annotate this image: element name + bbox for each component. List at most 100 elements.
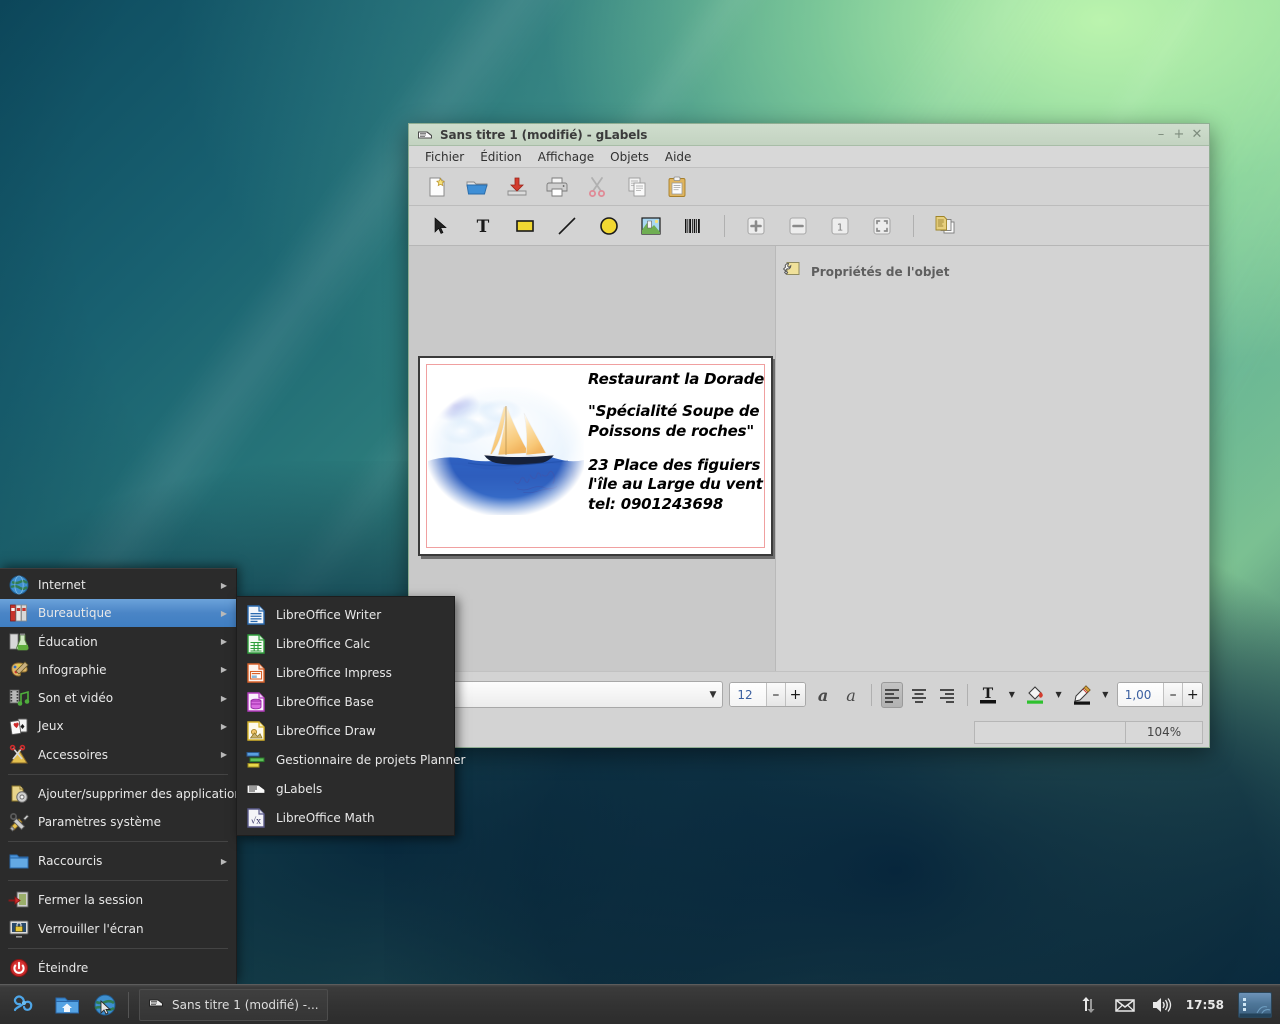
barcode-tool-icon[interactable] [679, 212, 707, 240]
sidebar-item-add-remove-applications[interactable]: Ajouter/supprimer des applications [0, 780, 236, 808]
menu-item-libreoffice-base[interactable]: LibreOffice Base [237, 687, 454, 716]
sailboat-watercolor-image[interactable] [428, 387, 584, 515]
font-family-combo[interactable]: ▼ [415, 681, 723, 708]
save-icon[interactable] [503, 173, 531, 201]
line-width-increase-button[interactable]: + [1182, 683, 1202, 706]
menu-edition[interactable]: Édition [472, 148, 530, 166]
font-size-stepper[interactable]: 12 – + [729, 682, 805, 707]
window-controls[interactable]: – + ✕ [1153, 127, 1205, 143]
sidebar-item-logout[interactable]: Fermer la session [0, 886, 236, 914]
format-toolbar[interactable]: ▼ 12 – + a a [409, 671, 1209, 717]
zoom-fit-icon[interactable] [868, 212, 896, 240]
system-tray[interactable]: 17:58 [1078, 992, 1280, 1018]
sidebar-item-infographie[interactable]: Infographie ▶ [0, 656, 236, 684]
chevron-down-icon[interactable]: ▼ [709, 690, 716, 700]
cut-scissors-icon[interactable] [583, 173, 611, 201]
window-titlebar[interactable]: Sans titre 1 (modifié) - gLabels – + ✕ [409, 124, 1209, 146]
taskbar-clock[interactable]: 17:58 [1186, 998, 1224, 1012]
italic-button[interactable]: a [840, 682, 862, 708]
menu-item-libreoffice-draw[interactable]: LibreOffice Draw [237, 716, 454, 745]
align-right-icon[interactable] [936, 682, 958, 708]
label-text-block[interactable]: Restaurant la Dorade "Spécialité Soupe d… [588, 370, 765, 515]
line-width-decrease-button[interactable]: – [1163, 683, 1183, 706]
sidebar-item-lock-screen[interactable]: Verrouiller l'écran [0, 914, 236, 942]
select-arrow-icon[interactable] [427, 212, 455, 240]
maximize-button[interactable]: + [1171, 127, 1187, 143]
text-color-button[interactable]: T [976, 682, 1000, 708]
merge-properties-icon[interactable] [931, 212, 959, 240]
label-document[interactable]: Restaurant la Dorade "Spécialité Soupe d… [418, 356, 773, 556]
volume-speaker-icon[interactable] [1150, 994, 1172, 1016]
fill-bucket-icon[interactable] [1023, 682, 1047, 708]
object-properties-header[interactable]: Propriétés de l'objet [782, 260, 1209, 283]
sidebar-item-bureautique[interactable]: Bureautique ▶ [0, 599, 236, 627]
line-tool-icon[interactable] [553, 212, 581, 240]
menu-item-planner[interactable]: Gestionnaire de projets Planner [237, 745, 454, 774]
font-size-decrease-button[interactable]: – [766, 683, 786, 706]
line-color-dropdown-arrow-icon[interactable]: ▼ [1100, 682, 1111, 708]
new-icon[interactable] [423, 173, 451, 201]
font-size-increase-button[interactable]: + [785, 683, 805, 706]
taskbar-window-glabels[interactable]: Sans titre 1 (modifié) -... [139, 989, 328, 1021]
sidebar-item-accessoires[interactable]: Accessoires ▶ [0, 740, 236, 768]
web-browser-icon[interactable] [86, 985, 124, 1025]
copy-icon[interactable] [623, 173, 651, 201]
paste-clipboard-icon[interactable] [663, 173, 691, 201]
sidebar-item-internet[interactable]: Internet ▶ [0, 571, 236, 599]
line-width-value[interactable]: 1,00 [1118, 683, 1163, 706]
minimize-button[interactable]: – [1153, 127, 1169, 143]
menu-item-libreoffice-writer[interactable]: LibreOffice Writer [237, 600, 454, 629]
bold-button[interactable]: a [812, 682, 834, 708]
box-tool-icon[interactable] [511, 212, 539, 240]
sidebar-item-raccourcis[interactable]: Raccourcis ▶ [0, 847, 236, 875]
menu-item-libreoffice-impress[interactable]: LibreOffice Impress [237, 658, 454, 687]
print-icon[interactable] [543, 173, 571, 201]
ellipse-tool-icon[interactable] [595, 212, 623, 240]
fill-color-dropdown-arrow-icon[interactable]: ▼ [1053, 682, 1064, 708]
start-button[interactable] [0, 985, 48, 1025]
bureautique-submenu[interactable]: LibreOffice Writer LibreOffice Calc [236, 596, 455, 836]
pen-icon[interactable] [1070, 682, 1094, 708]
sidebar-item-son-et-video[interactable]: Son et vidéo ▶ [0, 684, 236, 712]
font-size-value[interactable]: 12 [730, 683, 765, 706]
text-tool-icon[interactable]: T [469, 212, 497, 240]
menu-aide[interactable]: Aide [657, 148, 700, 166]
start-menu[interactable]: Internet ▶ Bureautique ▶ Éducati [0, 568, 237, 984]
align-left-icon[interactable] [881, 682, 903, 708]
menubar[interactable]: Fichier Édition Affichage Objets Aide [409, 146, 1209, 168]
zoom-out-icon[interactable] [784, 212, 812, 240]
sidebar-item-education[interactable]: Éducation ▶ [0, 627, 236, 655]
label-title-text[interactable]: Restaurant la Dorade [588, 370, 765, 388]
align-center-icon[interactable] [909, 682, 931, 708]
label-address-text[interactable]: 23 Place des figuiers l'île au Large du … [588, 456, 765, 515]
menu-item-libreoffice-calc[interactable]: LibreOffice Calc [237, 629, 454, 658]
open-folder-icon[interactable] [463, 173, 491, 201]
object-properties-panel[interactable]: Propriétés de l'objet [776, 246, 1209, 671]
main-toolbar[interactable] [409, 168, 1209, 206]
objects-toolbar[interactable]: T [409, 206, 1209, 246]
menu-separator [8, 841, 228, 842]
glabels-window[interactable]: Sans titre 1 (modifié) - gLabels – + ✕ F… [408, 123, 1210, 748]
sidebar-item-system-settings[interactable]: Paramètres système [0, 808, 236, 836]
sidebar-item-shutdown[interactable]: Éteindre [0, 954, 236, 982]
image-tool-icon[interactable] [637, 212, 665, 240]
menu-objets[interactable]: Objets [602, 148, 657, 166]
network-updown-icon[interactable] [1078, 994, 1100, 1016]
line-width-stepper[interactable]: 1,00 – + [1117, 682, 1203, 707]
text-color-dropdown-arrow-icon[interactable]: ▼ [1006, 682, 1017, 708]
sidebar-item-jeux[interactable]: Jeux ▶ [0, 712, 236, 740]
zoom-in-icon[interactable] [742, 212, 770, 240]
home-folder-icon[interactable] [48, 985, 86, 1025]
zoom-1to1-icon[interactable]: 1 [826, 212, 854, 240]
menu-item-libreoffice-math[interactable]: √x LibreOffice Math [237, 803, 454, 832]
label-specialty-text[interactable]: "Spécialité Soupe de Poissons de roches" [588, 402, 765, 442]
menu-affichage[interactable]: Affichage [530, 148, 602, 166]
show-desktop-icon[interactable] [1238, 992, 1272, 1018]
close-button[interactable]: ✕ [1189, 127, 1205, 143]
mail-envelope-icon[interactable] [1114, 994, 1136, 1016]
label-canvas[interactable]: Restaurant la Dorade "Spécialité Soupe d… [409, 246, 776, 671]
menu-fichier[interactable]: Fichier [417, 148, 472, 166]
status-zoom-level[interactable]: 104% [1126, 721, 1203, 744]
menu-item-glabels[interactable]: gLabels [237, 774, 454, 803]
taskbar[interactable]: Sans titre 1 (modifié) -... 17:58 [0, 984, 1280, 1024]
